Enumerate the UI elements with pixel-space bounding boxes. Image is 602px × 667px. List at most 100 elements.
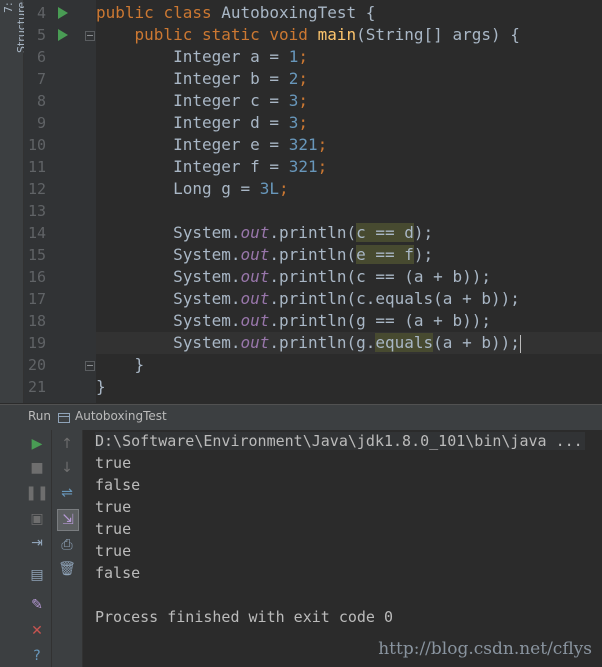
static-field: out: [240, 267, 270, 286]
code-line-print: System.out.println(g == (a + b));: [96, 310, 602, 332]
var-name: g: [221, 179, 231, 198]
trash-icon[interactable]: 🗑: [58, 560, 76, 578]
line-number: 10: [27, 136, 46, 154]
paren: );: [413, 223, 434, 242]
keyword: class: [163, 3, 212, 22]
down-arrow-icon[interactable]: ↓: [58, 459, 76, 477]
line-number: 14: [27, 224, 46, 242]
run-config-tab[interactable]: AutoboxingTest: [75, 409, 167, 423]
watermark-text: http://blog.csdn.net/cflys: [378, 639, 592, 659]
method-call: .println(: [269, 289, 357, 308]
method-call: .println(: [269, 245, 357, 264]
argument: (a + b): [433, 333, 501, 352]
console-output-line: true: [95, 498, 132, 516]
help-icon[interactable]: ?: [28, 647, 46, 665]
paren: );: [413, 245, 434, 264]
rerun-icon[interactable]: ▶: [28, 435, 46, 453]
console-exit-message: Process finished with exit code 0: [95, 608, 394, 626]
highlighted-arg: e == f: [356, 245, 414, 264]
layout-icon[interactable]: ▤: [28, 566, 46, 584]
argument: g == (a + b): [356, 311, 472, 330]
code-line-decl: Long g = 3L;: [173, 179, 289, 198]
type-name: Integer: [173, 113, 241, 132]
brace: {: [365, 3, 376, 22]
code-editor[interactable]: 7: Structure 4 5 6 7 8 9 10 11 12 13 14 …: [0, 0, 602, 403]
run-panel-header: Run AutoboxingTest: [0, 404, 602, 431]
literal: 3: [288, 113, 299, 132]
line-number: 21: [27, 378, 46, 396]
method-params: (String[] args) {: [356, 25, 520, 44]
class-ref: System.: [173, 333, 241, 352]
line-number: 4: [36, 4, 46, 22]
keyword: void: [269, 25, 308, 44]
console-output[interactable]: D:\Software\Environment\Java\jdk1.8.0_10…: [83, 430, 602, 667]
dump-threads-icon[interactable]: ▣: [28, 510, 46, 528]
code-line-print: System.out.println(c == (a + b));: [96, 266, 602, 288]
left-tool-window-strip: 7: Structure: [0, 0, 28, 403]
scroll-to-end-icon[interactable]: ⇲: [57, 509, 79, 531]
run-main-icon[interactable]: [58, 29, 68, 41]
line-number: 5: [36, 26, 46, 44]
paren: );: [471, 267, 491, 286]
class-ref: System.: [173, 245, 241, 264]
class-ref: System.: [173, 223, 241, 242]
soft-wrap-icon[interactable]: ⇌: [58, 484, 76, 502]
argument: c.equals(a + b): [356, 289, 501, 308]
code-line-decl: Integer b = 2;: [173, 69, 308, 88]
console-output-line: false: [95, 564, 141, 582]
type-name: Long: [173, 179, 212, 198]
code-line-print: System.out.println(e == f);: [96, 244, 602, 266]
line-number: 17: [27, 290, 46, 308]
text-caret: [519, 334, 521, 353]
static-field: out: [240, 223, 270, 242]
line-number: 9: [36, 114, 46, 132]
brace: }: [134, 355, 145, 374]
console-output-line: true: [95, 454, 132, 472]
paren: );: [500, 289, 520, 308]
method-call: .println(: [269, 311, 357, 330]
pause-icon[interactable]: ❚❚: [25, 484, 48, 502]
var-name: e: [250, 135, 260, 154]
type-name: Integer: [173, 91, 241, 110]
method-name: main: [317, 25, 357, 44]
print-icon[interactable]: ⎙: [58, 536, 76, 554]
line-number: 12: [27, 180, 46, 198]
method-call: .println(: [269, 223, 357, 242]
code-line-main-decl: public static void main(String[] args) {: [96, 24, 602, 46]
stop-icon[interactable]: ■: [28, 459, 46, 477]
console-output-line: true: [95, 520, 132, 538]
code-line-class-decl: public class AutoboxingTest {: [96, 2, 602, 24]
type-name: Integer: [173, 135, 241, 154]
structure-tool-tab[interactable]: 7: Structure: [2, 2, 28, 62]
method-call: .println(: [269, 333, 357, 352]
literal: 1: [288, 47, 299, 66]
exit-icon[interactable]: ⇥: [28, 534, 46, 552]
code-area[interactable]: public class AutoboxingTest { public sta…: [96, 0, 602, 403]
var-name: c: [250, 91, 260, 110]
run-class-icon[interactable]: [58, 7, 68, 19]
line-number: 20: [27, 356, 46, 374]
class-name: AutoboxingTest: [221, 3, 357, 22]
keyword: static: [201, 25, 260, 44]
pin-icon[interactable]: ✎: [28, 596, 46, 614]
static-field: out: [240, 245, 270, 264]
code-line-print: System.out.println(c == d);: [96, 222, 602, 244]
code-line-close-method: }: [96, 354, 602, 376]
run-tool-label[interactable]: Run: [28, 409, 51, 423]
run-toolbar-secondary: ↑ ↓ ⇌ ⇲ ⎙ 🗑: [52, 430, 83, 667]
code-line-decl: Integer f = 321;: [173, 157, 328, 176]
literal: 3: [288, 91, 299, 110]
type-name: Integer: [173, 47, 241, 66]
fold-marker-icon[interactable]: [85, 31, 95, 41]
run-config-icon: [58, 413, 70, 423]
paren: );: [500, 333, 520, 352]
line-number: 19: [27, 334, 46, 352]
fold-marker-icon[interactable]: [85, 361, 95, 371]
close-icon[interactable]: ✕: [28, 622, 46, 640]
code-line-decl: Integer d = 3;: [173, 113, 308, 132]
class-ref: System.: [173, 267, 241, 286]
console-output-line: false: [95, 476, 141, 494]
command-text: D:\Software\Environment\Java\jdk1.8.0_10…: [95, 432, 585, 450]
line-number: 6: [36, 48, 46, 66]
up-arrow-icon[interactable]: ↑: [58, 435, 76, 453]
